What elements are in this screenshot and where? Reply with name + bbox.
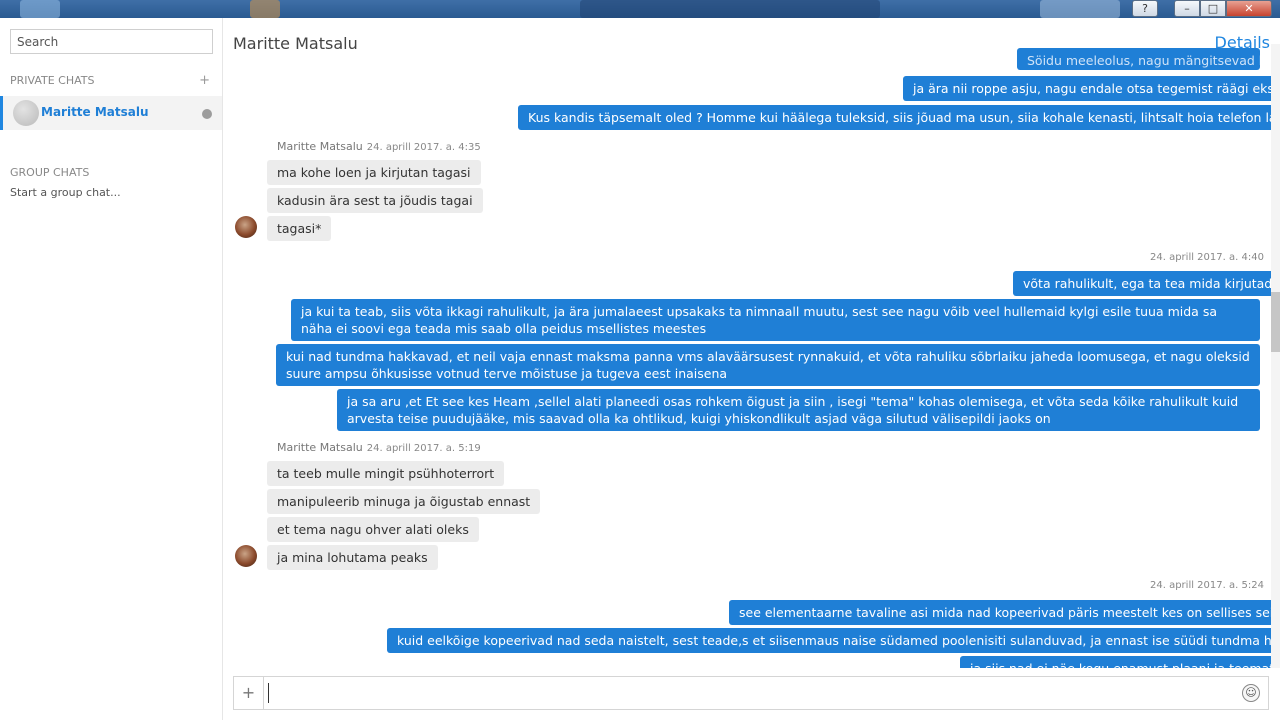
start-group-chat-link[interactable]: Start a group chat...: [10, 186, 121, 199]
taskbar-thumb: [250, 0, 280, 18]
sender-name: Maritte Matsalu: [277, 441, 363, 454]
taskbar-thumb: [20, 0, 60, 18]
message-incoming: ma kohe loen ja kirjutan tagasi: [267, 160, 481, 185]
message-incoming: ja mina lohutama peaks: [267, 545, 438, 570]
message-outgoing: Söidu meeleolus, nagu mängitsevad koguni…: [1017, 48, 1260, 70]
message-input[interactable]: [268, 683, 1228, 703]
minimize-button[interactable]: –: [1174, 0, 1200, 17]
chat-item-maritte[interactable]: Maritte Matsalu: [0, 96, 222, 130]
composer: + ☺: [233, 676, 1269, 710]
message-outgoing: ja ära nii roppe asju, nagu endale otsa …: [903, 76, 1271, 101]
message-incoming: manipuleerib minuga ja õigustab ennast: [267, 489, 541, 514]
message-incoming: et tema nagu ohver alati oleks: [267, 517, 479, 542]
message-outgoing: see elementaarne tavaline asi mida nad k…: [729, 600, 1271, 625]
window-controls: ? – □ ✕: [1132, 0, 1272, 17]
window-title-bar: ? – □ ✕: [0, 0, 1280, 18]
message-outgoing: kuid eelkõige kopeerivad nad seda naiste…: [387, 628, 1271, 653]
message-outgoing: ja sa aru ,et Et see kes Heam ,sellel al…: [337, 389, 1260, 431]
message-timestamp: 24. aprill 2017. a. 4:40: [1150, 252, 1264, 263]
avatar: [235, 545, 257, 567]
message-outgoing: võta rahulikult, ega ta tea mida kirjuta…: [1013, 271, 1271, 296]
private-chats-title: PRIVATE CHATS: [10, 74, 95, 87]
maximize-button[interactable]: □: [1200, 0, 1226, 17]
help-button[interactable]: ?: [1132, 0, 1158, 17]
message-outgoing: ja siis nad ei näe kogu enamust plaani j…: [960, 656, 1271, 668]
avatar: [13, 100, 39, 126]
message-group-meta: Maritte Matsalu 24. aprill 2017. a. 4:35: [277, 140, 481, 153]
taskbar-thumb: [1040, 0, 1120, 18]
message-scrollbar[interactable]: [1271, 44, 1280, 668]
message-incoming: kadusin ära sest ta jõudis tagai: [267, 188, 483, 213]
message-outgoing: ja kui ta teab, siis võta ikkagi rahulik…: [291, 299, 1260, 341]
message-incoming: ta teeb mulle mingit psühhoterrort: [267, 461, 505, 486]
sidebar: PRIVATE CHATS + Maritte Matsalu GROUP CH…: [0, 18, 223, 720]
message-timestamp: 24. aprill 2017. a. 4:35: [366, 142, 481, 153]
attach-button[interactable]: +: [234, 677, 264, 709]
presence-dot-icon: [202, 109, 212, 119]
sender-name: Maritte Matsalu: [277, 140, 363, 153]
message-incoming: tagasi*: [267, 216, 332, 241]
message-timestamp: 24. aprill 2017. a. 5:24: [1150, 580, 1264, 591]
message-outgoing: Kus kandis täpsemalt oled ? Homme kui hä…: [518, 105, 1271, 130]
avatar: [235, 216, 257, 238]
message-outgoing: kui nad tundma hakkavad, et neil vaja en…: [276, 344, 1260, 386]
add-private-chat-button[interactable]: +: [199, 73, 210, 88]
message-group-meta: Maritte Matsalu 24. aprill 2017. a. 5:19: [277, 441, 481, 454]
search-input[interactable]: [10, 29, 213, 54]
taskbar-thumb: [580, 0, 880, 18]
chat-item-name: Maritte Matsalu: [41, 105, 149, 119]
message-list: Söidu meeleolus, nagu mängitsevad koguni…: [223, 44, 1271, 668]
close-button[interactable]: ✕: [1226, 0, 1272, 17]
group-chats-title: GROUP CHATS: [10, 166, 90, 179]
scrollbar-thumb[interactable]: [1271, 292, 1280, 352]
message-timestamp: 24. aprill 2017. a. 5:19: [366, 443, 481, 454]
emoji-icon[interactable]: ☺: [1242, 684, 1260, 702]
